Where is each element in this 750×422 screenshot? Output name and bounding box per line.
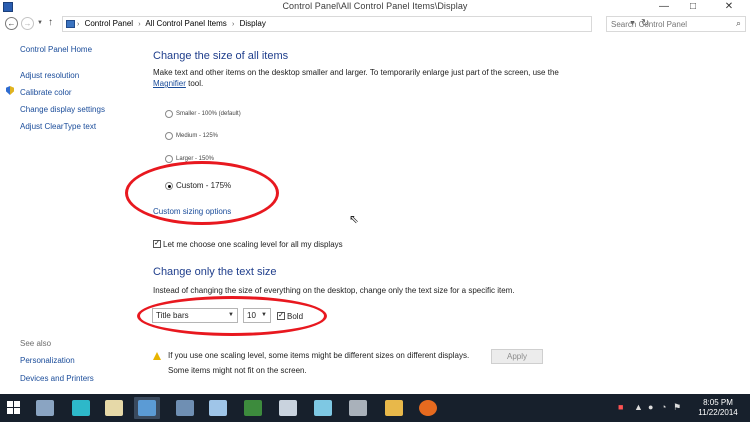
window-title: Control Panel\All Control Panel Items\Di… (282, 1, 468, 11)
wifi-icon[interactable]: ◔ (661, 402, 666, 412)
maximize-button[interactable]: □ (679, 0, 707, 14)
tray-status-icon[interactable]: ● (648, 402, 653, 412)
warning-text-line1: If you use one scaling level, some items… (168, 351, 470, 360)
size-radio-larger[interactable] (165, 155, 173, 163)
forward-arrow-icon[interactable]: → (21, 17, 34, 30)
annotation-ellipse-text-size (137, 296, 327, 336)
size-label-smaller: Smaller - 100% (default) (176, 111, 241, 117)
scaling-checkbox[interactable]: ✓ (153, 240, 161, 248)
clock-date: 11/22/2014 (698, 408, 738, 417)
taskbar-network-icon[interactable] (172, 397, 198, 419)
taskbar-firefox-icon[interactable] (415, 397, 441, 419)
breadcrumb-all-items[interactable]: All Control Panel Items (145, 19, 226, 28)
breadcrumb-separator-icon[interactable]: › (77, 21, 79, 28)
taskbar-notepad-icon[interactable] (101, 397, 127, 419)
back-arrow-icon[interactable]: ← (5, 17, 18, 30)
address-row: ← → ▼ ↑ › Control Panel › All Control Pa… (0, 14, 750, 34)
up-arrow-icon[interactable]: ↑ (48, 17, 53, 28)
mouse-cursor-icon: ⇖ (349, 212, 360, 226)
taskbar-snipping-tool-icon[interactable] (275, 397, 301, 419)
size-radio-medium[interactable] (165, 132, 173, 140)
taskbar-clock[interactable]: 8:05 PM 11/22/2014 (690, 398, 746, 418)
magnifier-link[interactable]: Magnifier (153, 79, 186, 88)
change-size-heading: Change the size of all items (153, 50, 289, 62)
warning-icon (153, 352, 161, 360)
warning-text-line2: Some items might not fit on the screen. (168, 366, 307, 375)
breadcrumb-separator-icon[interactable]: › (138, 21, 140, 28)
windows-start-icon[interactable] (7, 401, 21, 415)
taskbar-tiles-app-icon[interactable] (68, 397, 94, 419)
display-control-panel-window: Control Panel\All Control Panel Items\Di… (0, 0, 750, 422)
search-box[interactable]: ⌕ (606, 16, 746, 32)
annotation-ellipse-custom-size (125, 161, 279, 225)
breadcrumb-display[interactable]: Display (240, 19, 266, 28)
clock-time: 8:05 PM (703, 398, 733, 407)
main-content: Change the size of all items Make text a… (0, 34, 750, 394)
breadcrumb-control-panel[interactable]: Control Panel (85, 19, 133, 28)
right-scroll-area[interactable] (742, 34, 750, 394)
taskbar-file-explorer-icon[interactable] (381, 397, 407, 419)
recent-locations-chevron-icon[interactable]: ▼ (37, 20, 43, 26)
taskbar-calculator-icon[interactable] (205, 397, 231, 419)
title-bar: Control Panel\All Control Panel Items\Di… (0, 0, 750, 14)
minimize-button[interactable]: — (650, 0, 678, 14)
search-input[interactable] (607, 17, 727, 31)
control-panel-icon (66, 20, 75, 28)
address-bar[interactable]: › Control Panel › All Control Panel Item… (62, 16, 649, 32)
taskbar-camtasia-icon[interactable] (240, 397, 266, 419)
search-icon[interactable]: ⌕ (736, 18, 741, 29)
description-text: Make text and other items on the desktop… (153, 68, 559, 77)
taskbar-this-pc-icon[interactable] (32, 397, 58, 419)
close-button[interactable]: ✕ (708, 0, 750, 14)
scaling-checkbox-label: Let me choose one scaling level for all … (163, 240, 343, 249)
taskbar-drive-icon[interactable] (345, 397, 371, 419)
action-center-icon[interactable]: ⚑ (673, 402, 681, 413)
taskbar: ■ ▲ ● ◔ ⚑ 8:05 PM 11/22/2014 (0, 394, 750, 422)
tray-app-icon[interactable]: ■ (618, 402, 623, 412)
size-label-medium: Medium - 125% (176, 133, 219, 139)
change-size-description: Make text and other items on the desktop… (153, 67, 573, 89)
text-size-description: Instead of changing the size of everythi… (153, 286, 515, 295)
text-size-heading: Change only the text size (153, 266, 277, 278)
size-radio-smaller[interactable] (165, 110, 173, 118)
taskbar-control-panel-icon[interactable] (134, 397, 160, 419)
breadcrumb: › Control Panel › All Control Panel Item… (77, 19, 269, 28)
apply-button[interactable]: Apply (491, 349, 543, 364)
taskbar-paint-icon[interactable] (310, 397, 336, 419)
tray-expand-icon[interactable]: ▲ (634, 402, 643, 412)
breadcrumb-separator-icon[interactable]: › (232, 21, 234, 28)
description-tail: tool. (185, 79, 204, 88)
